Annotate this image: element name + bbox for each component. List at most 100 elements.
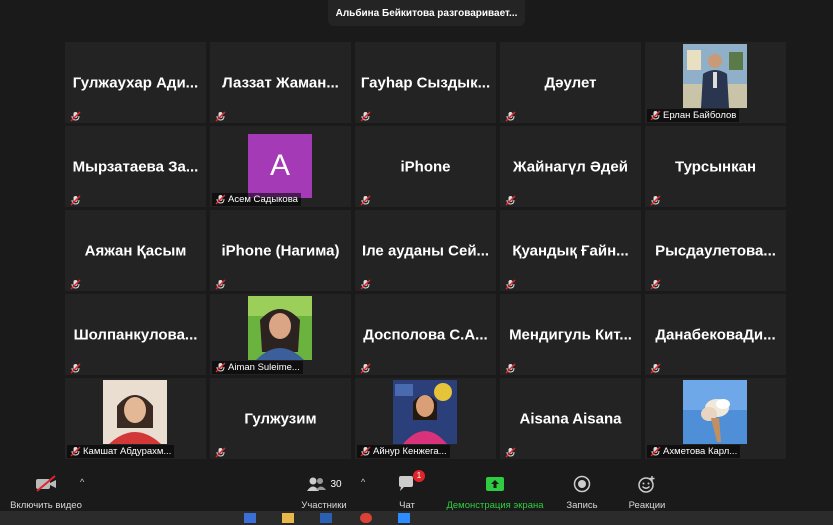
video-options-caret[interactable]: ^ xyxy=(80,477,84,487)
participants-button[interactable]: 30 Участники xyxy=(296,468,352,511)
task-view-icon[interactable] xyxy=(244,513,256,523)
reactions-icon xyxy=(637,473,657,495)
participant-tile[interactable]: Гулжузим xyxy=(210,378,351,459)
mic-muted-icon xyxy=(215,194,226,205)
participant-tile[interactable]: Досполова С.А... xyxy=(355,294,496,375)
participants-icon: 30 xyxy=(306,473,342,495)
avatar: A xyxy=(248,134,312,198)
participant-tile[interactable]: Aiman Suleime... xyxy=(210,294,351,375)
participant-name: Аяжан Қасым xyxy=(84,242,187,259)
participant-name: Ахметова Карл... xyxy=(663,446,738,457)
participant-tile[interactable]: Мырзатаева За... xyxy=(65,126,206,207)
participant-name: ДанабековаДи... xyxy=(655,326,776,343)
participants-options-caret[interactable]: ^ xyxy=(361,477,365,487)
participant-name: iPhone (Нагима) xyxy=(221,242,340,259)
chrome-icon[interactable] xyxy=(360,513,372,523)
mic-muted-icon xyxy=(650,193,661,206)
participant-name: Мырзатаева За... xyxy=(72,158,199,175)
mic-muted-icon xyxy=(505,361,516,374)
mic-muted-icon xyxy=(215,445,226,458)
participant-tile[interactable]: Ерлан Байболов xyxy=(645,42,786,123)
participant-caption: Айнур Кенжега... xyxy=(357,445,450,458)
participant-tile[interactable]: Гауһар Сыздык... xyxy=(355,42,496,123)
share-screen-button[interactable]: Демонстрация экрана xyxy=(440,468,550,511)
participant-caption: Aiman Suleime... xyxy=(212,361,303,374)
word-icon[interactable] xyxy=(320,513,332,523)
participant-name: Қуандық Ғайн... xyxy=(512,242,629,259)
share-screen-icon xyxy=(485,473,505,495)
mic-muted-icon xyxy=(360,193,371,206)
mic-muted-icon xyxy=(215,362,226,373)
participant-video xyxy=(683,380,747,444)
record-label: Запись xyxy=(566,500,598,511)
mic-muted-icon xyxy=(215,277,226,290)
participant-name: Айнур Кенжега... xyxy=(373,446,447,457)
participant-name: Досполова С.А... xyxy=(363,326,488,343)
participant-tile[interactable]: iPhone xyxy=(355,126,496,207)
participant-caption: Ахметова Карл... xyxy=(647,445,741,458)
participant-name: iPhone xyxy=(400,158,451,175)
record-button[interactable]: Запись xyxy=(562,468,602,511)
start-video-label: Включить видео xyxy=(10,500,82,511)
participant-tile[interactable]: Aisana Aisana xyxy=(500,378,641,459)
mic-muted-icon xyxy=(505,109,516,122)
reactions-button[interactable]: Реакции xyxy=(624,468,670,511)
participant-tile[interactable]: Қуандық Ғайн... xyxy=(500,210,641,291)
chat-button[interactable]: 1 Чат xyxy=(390,468,425,511)
mic-muted-icon xyxy=(505,193,516,206)
mic-muted-icon xyxy=(505,445,516,458)
participant-tile[interactable]: Дәулет xyxy=(500,42,641,123)
participant-tile[interactable]: Іле ауданы Сей... xyxy=(355,210,496,291)
mic-muted-icon xyxy=(70,193,81,206)
participant-name: Мендигуль Кит... xyxy=(509,326,632,343)
participant-name: Шолпанкулова... xyxy=(73,326,198,343)
participant-tile[interactable]: A Асем Садыкова xyxy=(210,126,351,207)
participant-tile[interactable]: Шолпанкулова... xyxy=(65,294,206,375)
participant-tile[interactable]: Турсынкан xyxy=(645,126,786,207)
zoom-icon[interactable] xyxy=(398,513,410,523)
video-off-icon xyxy=(34,473,58,495)
mic-muted-icon xyxy=(360,361,371,374)
mic-muted-icon xyxy=(360,109,371,122)
participant-name: Гулжузим xyxy=(244,410,317,427)
active-speaker-banner: Альбина Бейкитова разговаривает... xyxy=(328,0,525,26)
participant-name: Іле ауданы Сей... xyxy=(361,242,490,259)
participant-tile[interactable]: iPhone (Нагима) xyxy=(210,210,351,291)
participant-name: Асем Садыкова xyxy=(228,194,298,205)
mic-muted-icon xyxy=(70,361,81,374)
participant-name: Aiman Suleime... xyxy=(228,362,300,373)
mic-muted-icon xyxy=(650,277,661,290)
share-screen-label: Демонстрация экрана xyxy=(446,500,544,511)
record-icon xyxy=(573,473,591,495)
participant-video xyxy=(248,296,312,360)
mic-muted-icon xyxy=(70,446,81,457)
participant-name: Рысдаулетова... xyxy=(655,242,776,259)
mic-muted-icon xyxy=(215,109,226,122)
mic-muted-icon xyxy=(650,110,661,121)
participant-name: Камшат Абдурахм... xyxy=(83,446,172,457)
participant-name: Лаззат Жаман... xyxy=(222,74,339,91)
file-explorer-icon[interactable] xyxy=(282,513,294,523)
participant-tile[interactable]: Аяжан Қасым xyxy=(65,210,206,291)
participant-video xyxy=(683,44,747,108)
participant-tile[interactable]: Рысдаулетова... xyxy=(645,210,786,291)
mic-muted-icon xyxy=(650,446,661,457)
participant-tile[interactable]: Айнур Кенжега... xyxy=(355,378,496,459)
participant-tile[interactable]: Ахметова Карл... xyxy=(645,378,786,459)
start-video-button[interactable]: Включить видео xyxy=(8,468,84,511)
participant-tile[interactable]: Жайнагүл Әдей xyxy=(500,126,641,207)
participant-tile[interactable]: Гулжаухар Ади... xyxy=(65,42,206,123)
participant-caption: Ерлан Байболов xyxy=(647,109,740,122)
chat-label: Чат xyxy=(399,500,415,511)
participant-tile[interactable]: ДанабековаДи... xyxy=(645,294,786,375)
mic-muted-icon xyxy=(505,277,516,290)
mic-muted-icon xyxy=(70,277,81,290)
participant-tile[interactable]: Мендигуль Кит... xyxy=(500,294,641,375)
participant-name: Дәулет xyxy=(544,74,597,91)
participant-caption: Асем Садыкова xyxy=(212,193,301,206)
participant-name: Гауһар Сыздык... xyxy=(360,74,491,91)
participants-label: Участники xyxy=(301,500,347,511)
mic-muted-icon xyxy=(70,109,81,122)
participant-tile[interactable]: Лаззат Жаман... xyxy=(210,42,351,123)
participant-tile[interactable]: Камшат Абдурахм... xyxy=(65,378,206,459)
